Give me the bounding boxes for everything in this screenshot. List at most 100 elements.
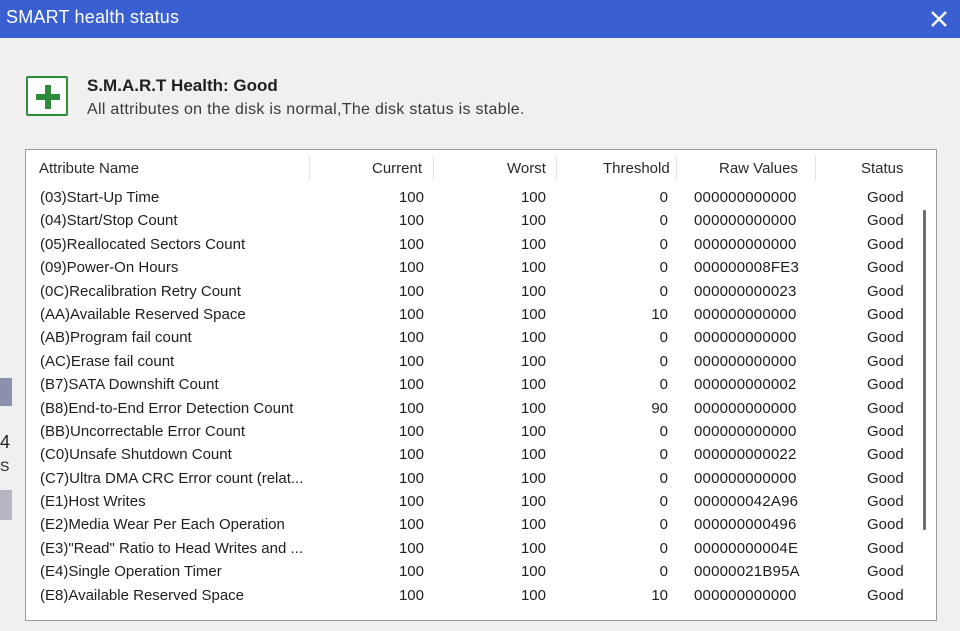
worst-cell: 100: [520, 563, 546, 581]
table-row[interactable]: (05)Reallocated Sectors Count 100 100 0 0000…: [26, 234, 916, 257]
smart-health-window: SMART health status 4 S S.M.A.R.T Health…: [0, 0, 960, 631]
column-divider[interactable]: [676, 156, 677, 180]
table-row[interactable]: (04)Start/Stop Count 100 100 0 000000000000 G…: [26, 210, 916, 233]
worst-cell: 100: [520, 352, 546, 370]
status-cell: Good: [867, 422, 904, 440]
attribute-name-cell: (04)Start/Stop Count: [40, 212, 178, 230]
raw-value-cell: 000000000000: [694, 352, 797, 370]
attribute-name-cell: (E1)Host Writes: [40, 493, 146, 511]
column-header-threshold[interactable]: Threshold: [603, 160, 670, 177]
worst-cell: 100: [520, 212, 546, 230]
worst-cell: 100: [520, 376, 546, 394]
table-row[interactable]: (E4)Single Operation Timer 100 100 0 0000002…: [26, 561, 916, 584]
attribute-name-cell: (E3)"Read" Ratio to Head Writes and ...: [40, 539, 303, 557]
table-body: (03)Start-Up Time 100 100 0 000000000000 Good…: [26, 187, 916, 608]
raw-value-cell: 000000000000: [694, 586, 797, 604]
plus-icon: [26, 76, 68, 116]
current-cell: 100: [398, 399, 424, 417]
current-cell: 100: [398, 282, 424, 300]
table-row[interactable]: (AC)Erase fail count 100 100 0 000000000000 G…: [26, 351, 916, 374]
table-row[interactable]: (E1)Host Writes 100 100 0 000000042A96 Good: [26, 491, 916, 514]
raw-value-cell: 000000000022: [694, 446, 797, 464]
raw-value-cell: 00000000004E: [694, 539, 799, 557]
table-row[interactable]: (AB)Program fail count 100 100 0 00000000000…: [26, 327, 916, 350]
threshold-cell: 10: [651, 586, 668, 604]
table-row[interactable]: (03)Start-Up Time 100 100 0 000000000000 Good: [26, 187, 916, 210]
column-header-attribute-name[interactable]: Attribute Name: [39, 160, 139, 177]
attribute-name-cell: (03)Start-Up Time: [40, 189, 160, 206]
column-divider[interactable]: [556, 156, 557, 180]
threshold-cell: 0: [659, 563, 668, 581]
attribute-name-cell: (0C)Recalibration Retry Count: [40, 282, 241, 300]
table-row[interactable]: (E8)Available Reserved Space 100 100 10 0000…: [26, 585, 916, 608]
table-row[interactable]: (E2)Media Wear Per Each Operation 100 100 0…: [26, 514, 916, 537]
status-cell: Good: [867, 516, 904, 534]
window-title: SMART health status: [6, 7, 180, 27]
attribute-name-cell: (E2)Media Wear Per Each Operation: [40, 516, 285, 534]
attribute-name-cell: (BB)Uncorrectable Error Count: [40, 422, 246, 440]
column-divider[interactable]: [309, 156, 310, 180]
title-bar: SMART health status: [0, 0, 960, 38]
health-status-title: S.M.A.R.T Health: Good: [87, 76, 278, 95]
status-cell: Good: [867, 399, 904, 417]
threshold-cell: 0: [659, 329, 668, 347]
status-cell: Good: [867, 539, 904, 557]
status-cell: Good: [867, 493, 904, 511]
close-button[interactable]: [922, 2, 956, 36]
threshold-cell: 0: [659, 212, 668, 230]
table-row[interactable]: (B8)End-to-End Error Detection Count 100 1…: [26, 398, 916, 421]
table-row[interactable]: (AA)Available Reserved Space 100 100 10 0000…: [26, 304, 916, 327]
attribute-name-cell: (AA)Available Reserved Space: [40, 305, 246, 323]
current-cell: 100: [398, 563, 424, 581]
threshold-cell: 0: [659, 282, 668, 300]
table-row[interactable]: (C0)Unsafe Shutdown Count 100 100 0 00000000…: [26, 444, 916, 467]
current-cell: 100: [398, 586, 424, 604]
column-header-current[interactable]: Current: [372, 160, 422, 177]
raw-value-cell: 000000000000: [694, 422, 797, 440]
column-header-status[interactable]: Status: [861, 160, 904, 177]
table-row[interactable]: (0C)Recalibration Retry Count 100 100 0 0000…: [26, 281, 916, 304]
raw-value-cell: 00000021B95A: [694, 563, 800, 581]
background-window-fragment: [0, 378, 12, 406]
column-header-raw-values[interactable]: Raw Values: [719, 160, 798, 177]
dialog-content: 4 S S.M.A.R.T Health: Good All attribute…: [0, 38, 960, 631]
table-row[interactable]: (B7)SATA Downshift Count 100 100 0 000000000…: [26, 374, 916, 397]
raw-value-cell: 000000000023: [694, 282, 797, 300]
column-divider[interactable]: [815, 156, 816, 180]
worst-cell: 100: [520, 305, 546, 323]
current-cell: 100: [398, 493, 424, 511]
raw-value-cell: 000000000000: [694, 399, 797, 417]
table-header: Attribute Name Current Worst Threshold R…: [26, 150, 936, 186]
vertical-scrollbar[interactable]: [923, 210, 926, 530]
table-row[interactable]: (09)Power-On Hours 100 100 0 000000008FE3 Goo…: [26, 257, 916, 280]
close-icon: [931, 11, 947, 27]
attribute-name-cell: (09)Power-On Hours: [40, 259, 179, 277]
threshold-cell: 0: [659, 493, 668, 511]
raw-value-cell: 000000000000: [694, 329, 797, 347]
current-cell: 100: [398, 305, 424, 323]
column-divider[interactable]: [433, 156, 434, 180]
status-cell: Good: [867, 376, 904, 394]
status-cell: Good: [867, 235, 904, 253]
worst-cell: 100: [520, 493, 546, 511]
raw-value-cell: 000000000002: [694, 376, 797, 394]
threshold-cell: 0: [659, 539, 668, 557]
status-cell: Good: [867, 189, 904, 206]
status-cell: Good: [867, 352, 904, 370]
column-header-worst[interactable]: Worst: [507, 160, 546, 177]
current-cell: 100: [398, 422, 424, 440]
current-cell: 100: [398, 539, 424, 557]
worst-cell: 100: [520, 422, 546, 440]
current-cell: 100: [398, 516, 424, 534]
threshold-cell: 0: [659, 376, 668, 394]
table-row[interactable]: (BB)Uncorrectable Error Count 100 100 0 0000…: [26, 421, 916, 444]
threshold-cell: 0: [659, 235, 668, 253]
table-row[interactable]: (E3)"Read" Ratio to Head Writes and ... 1…: [26, 538, 916, 561]
current-cell: 100: [398, 212, 424, 230]
health-status-description: All attributes on the disk is normal,The…: [87, 101, 525, 118]
table-row[interactable]: (C7)Ultra DMA CRC Error count (relat... 1…: [26, 468, 916, 491]
current-cell: 100: [398, 189, 424, 206]
worst-cell: 100: [520, 446, 546, 464]
status-cell: Good: [867, 563, 904, 581]
worst-cell: 100: [520, 329, 546, 347]
